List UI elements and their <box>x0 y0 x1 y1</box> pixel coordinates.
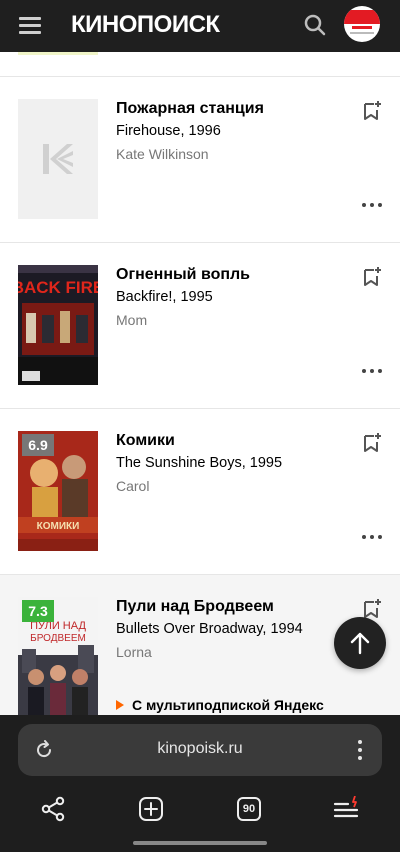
new-tab-button[interactable] <box>137 795 165 823</box>
svg-text:BACK FIRE: BACK FIRE <box>18 278 98 297</box>
rating-badge: 7.3 <box>22 600 54 622</box>
list-item[interactable]: BACK FIRE Огненный вопль Backfire!, 1995… <box>0 243 400 409</box>
browser-nav-bar: 90 <box>0 791 400 827</box>
bookmark-add-icon <box>364 433 381 452</box>
browser-bottom-bar: kinopoisk.ru 90 <box>0 715 400 852</box>
backfire-poster-art-icon: BACK FIRE <box>18 265 98 385</box>
menu-sparkle-icon <box>333 796 359 818</box>
more-options-button[interactable] <box>362 533 382 541</box>
kinopoisk-logo[interactable]: КИНОПОИСК <box>67 11 220 39</box>
address-bar[interactable]: kinopoisk.ru <box>18 724 382 776</box>
search-button[interactable] <box>303 13 327 37</box>
movie-original-title: Bullets Over Broadway, 1994 <box>116 621 303 637</box>
movie-original-title: Firehouse, 1996 <box>116 123 221 139</box>
kinopoisk-placeholder-icon <box>43 144 73 174</box>
search-icon <box>304 14 326 36</box>
play-triangle-icon <box>116 700 124 710</box>
tabs-count: 90 <box>237 797 261 821</box>
list-item[interactable]: Пожарная станция Firehouse, 1996 Kate Wi… <box>0 77 400 243</box>
bookmark-add-icon <box>364 101 381 120</box>
bookmark-add-icon <box>364 267 381 286</box>
more-options-button[interactable] <box>362 367 382 375</box>
scroll-to-top-button[interactable] <box>334 617 386 669</box>
movie-title[interactable]: Комики <box>116 432 175 450</box>
tabs-button[interactable]: 90 <box>235 795 263 823</box>
promo-text: С мультиподпиской Яндекс <box>132 697 324 713</box>
movie-poster[interactable]: BACK FIRE <box>18 265 98 385</box>
movie-original-title: The Sunshine Boys, 1995 <box>116 455 283 471</box>
movie-title[interactable]: Пожарная станция <box>116 100 264 118</box>
more-options-button[interactable] <box>362 201 382 209</box>
poster-remnant <box>18 52 98 55</box>
user-avatar[interactable] <box>344 6 380 42</box>
address-bar-more-button[interactable] <box>358 740 362 760</box>
logo-text: КИНОПОИСК <box>71 11 220 38</box>
bookmark-add-button[interactable] <box>361 100 383 122</box>
movie-title[interactable]: Огненный вопль <box>116 266 250 284</box>
url-text[interactable]: kinopoisk.ru <box>18 740 382 758</box>
previous-item-remnant <box>0 52 400 77</box>
movie-title[interactable]: Пули над Бродвеем <box>116 598 274 616</box>
share-icon <box>41 796 65 822</box>
bookmark-add-button[interactable] <box>361 432 383 454</box>
rating-badge: 6.9 <box>22 434 54 456</box>
avatar-image-icon <box>344 10 380 34</box>
movie-original-title: Backfire!, 1995 <box>116 289 213 305</box>
arrow-up-icon <box>350 632 370 655</box>
role-name: Kate Wilkinson <box>116 146 209 162</box>
subscription-promo-link[interactable]: С мультиподпиской Яндекс <box>116 697 324 713</box>
filmography-list: Пожарная станция Firehouse, 1996 Kate Wi… <box>0 52 400 715</box>
share-button[interactable] <box>39 795 67 823</box>
svg-text:БРОДВЕЕМ: БРОДВЕЕМ <box>30 633 86 644</box>
bookmark-add-button[interactable] <box>361 266 383 288</box>
hamburger-menu-button[interactable] <box>19 15 43 35</box>
home-indicator <box>133 841 267 845</box>
role-name: Carol <box>116 478 150 494</box>
role-name: Lorna <box>116 644 152 660</box>
browser-menu-button[interactable] <box>333 795 361 823</box>
plus-square-icon <box>139 797 163 821</box>
role-name: Mom <box>116 312 148 328</box>
svg-text:КОМИКИ: КОМИКИ <box>37 521 80 532</box>
site-header: КИНОПОИСК <box>0 0 400 52</box>
list-item[interactable]: КОМИКИ 6.9 Комики The Sunshine Boys, 199… <box>0 409 400 575</box>
movie-poster-placeholder[interactable] <box>18 99 98 219</box>
